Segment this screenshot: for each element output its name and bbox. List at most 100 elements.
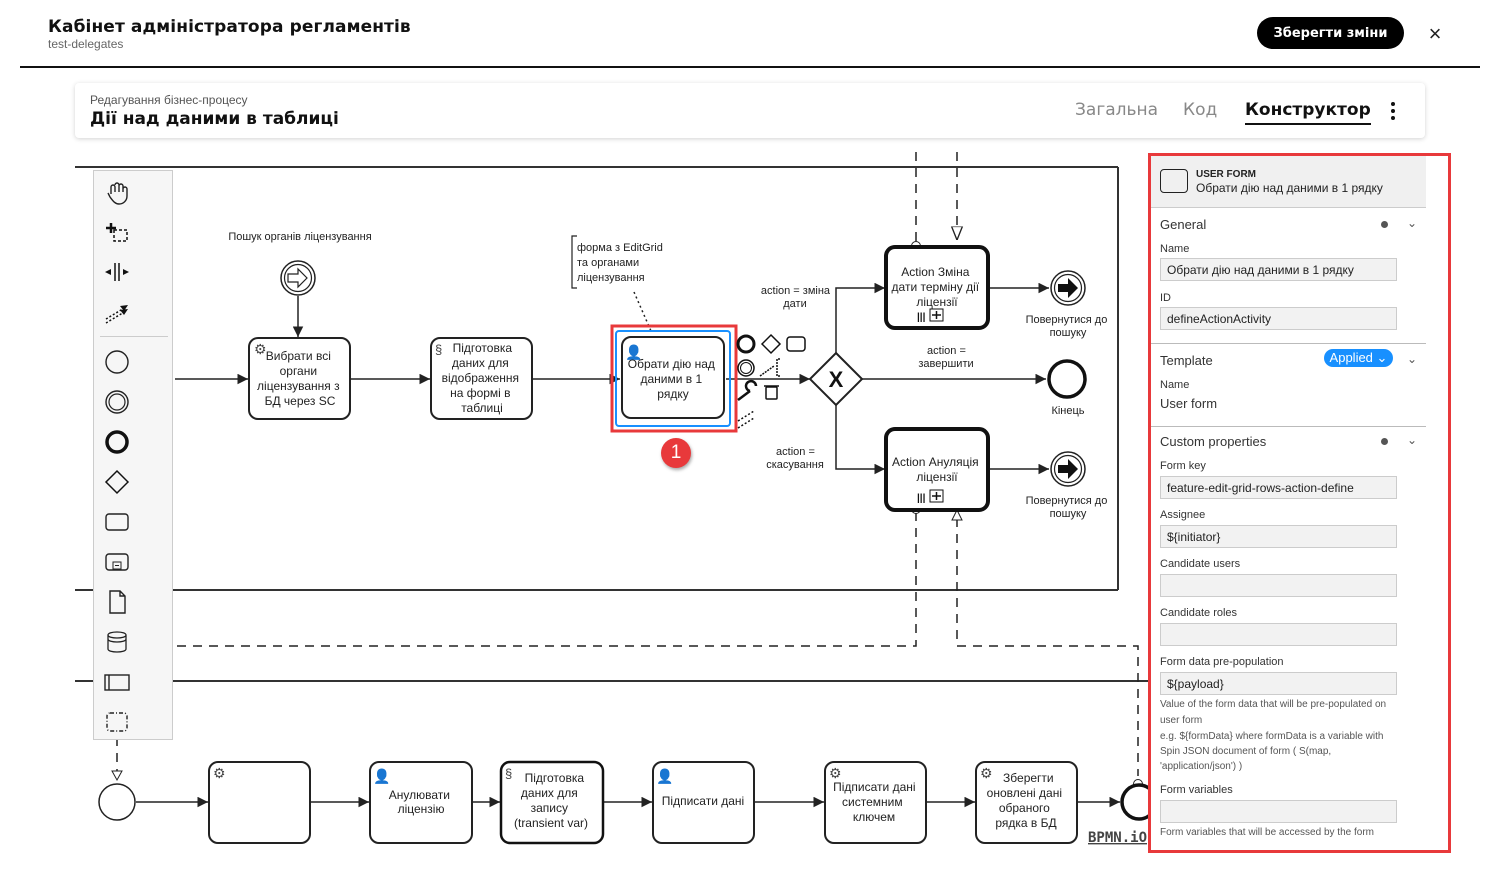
- global-connect-icon[interactable]: [102, 297, 132, 327]
- append-task-icon: [786, 336, 806, 352]
- candidate-users-input[interactable]: [1160, 574, 1397, 597]
- pool2-task-sign[interactable]: 👤 Підписати дані: [652, 761, 755, 844]
- user-icon: 👤: [656, 768, 673, 785]
- tab-general[interactable]: Загальна: [1075, 100, 1158, 120]
- section-general[interactable]: General: [1160, 217, 1206, 232]
- end-event-return-2-label: Повернутися до пошуку: [1026, 495, 1111, 520]
- bpmn-io-watermark[interactable]: BPMN.iO: [1088, 830, 1147, 846]
- app-subtitle: test-delegates: [48, 37, 124, 51]
- message-arrow-pool2: [111, 770, 123, 782]
- form-variables-label: Form variables: [1160, 784, 1233, 796]
- data-object-icon[interactable]: [102, 587, 132, 617]
- section-divider: [1151, 426, 1426, 427]
- applied-label: Applied: [1329, 350, 1373, 365]
- prepopulation-label: Form data pre-population: [1160, 656, 1284, 668]
- end-event-return-1-label: Повернутися до пошуку: [1026, 314, 1111, 339]
- start-event-label: Пошук органів ліцензування: [228, 231, 371, 243]
- app-header: Кабінет адміністратора регламентів test-…: [0, 0, 1498, 68]
- section-template[interactable]: Template: [1160, 353, 1213, 368]
- form-key-label: Form key: [1160, 460, 1206, 472]
- user-task-icon: [1160, 169, 1188, 193]
- svg-text:|||: |||: [917, 312, 926, 323]
- more-menu-icon[interactable]: [1385, 100, 1401, 122]
- form-variables-input[interactable]: [1160, 800, 1397, 823]
- template-name-value: User form: [1160, 396, 1218, 411]
- prepopulation-input[interactable]: [1160, 672, 1397, 695]
- template-applied-badge[interactable]: Applied ⌄: [1324, 349, 1393, 367]
- data-store-icon[interactable]: [102, 627, 132, 657]
- start-event-search[interactable]: [280, 260, 316, 296]
- user-icon: 👤: [373, 768, 390, 785]
- bpmn-canvas[interactable]: Пошук органів ліцензування ⚙ Вибрати всі…: [0, 140, 1148, 873]
- save-changes-button[interactable]: Зберегти зміни: [1257, 17, 1404, 49]
- form-key-input[interactable]: [1160, 476, 1397, 499]
- group-icon[interactable]: [102, 707, 132, 737]
- chevron-down-icon[interactable]: ⌄: [1407, 433, 1417, 447]
- subprocess-annul[interactable]: Action Ануляція ліцензії |||: [884, 427, 990, 512]
- palette-divider: [100, 336, 168, 337]
- template-name-label: Name: [1160, 379, 1190, 391]
- append-gateway-icon: [760, 333, 782, 355]
- connect-icon: [737, 410, 755, 429]
- chevron-down-icon[interactable]: ⌄: [1407, 216, 1417, 230]
- tab-code[interactable]: Код: [1183, 100, 1217, 120]
- pool2-task-prepare-write[interactable]: § Підготовка даних для запису (transient…: [499, 760, 605, 845]
- end-event-icon[interactable]: [102, 427, 132, 457]
- append-end-event-icon: [736, 334, 756, 354]
- tab-constructor[interactable]: Конструктор: [1245, 100, 1371, 125]
- close-icon[interactable]: ×: [1425, 23, 1445, 45]
- flow-label-cancel: action = скасування: [766, 446, 824, 471]
- section-custom-properties[interactable]: Custom properties: [1160, 434, 1266, 449]
- svg-text:Анулювати ліцензію: Анулювати ліцензію: [389, 788, 454, 816]
- pool2-end-event[interactable]: [1120, 783, 1148, 821]
- chevron-down-icon[interactable]: ⌄: [1407, 352, 1417, 366]
- pool2-task-save[interactable]: ⚙ Зберегти оновлені дані обраного рядка …: [975, 761, 1078, 844]
- name-input[interactable]: [1160, 258, 1397, 281]
- pool2-task-system-sign[interactable]: ⚙ Підписати дані системним ключем: [824, 761, 927, 844]
- lasso-tool-icon[interactable]: [102, 217, 132, 247]
- process-card: Редагування бізнес-процесу Дії над даним…: [75, 83, 1425, 138]
- annotation-text: форма з EditGrid та органами ліцензуванн…: [577, 242, 666, 284]
- text-annotation[interactable]: форма з EditGrid та органами ліцензуванн…: [571, 235, 666, 332]
- hand-tool-icon[interactable]: [102, 177, 132, 207]
- subprocess-icon[interactable]: [102, 547, 132, 577]
- delete-icon: [764, 385, 779, 400]
- id-input[interactable]: [1160, 307, 1397, 330]
- pool2-start-event[interactable]: [98, 783, 136, 821]
- context-pad[interactable]: [736, 333, 806, 429]
- properties-panel: USER FORM Обрати дію над даними в 1 рядк…: [1148, 153, 1451, 853]
- task-prepare-display-data[interactable]: § Підготовка даних для відображення на ф…: [430, 337, 533, 420]
- end-event-finish[interactable]: [1047, 359, 1087, 399]
- subprocess-change-date[interactable]: Action Зміна дати терміну дії ліцензії |…: [884, 245, 990, 330]
- space-tool-icon[interactable]: [102, 257, 132, 287]
- participant-icon[interactable]: [102, 667, 132, 697]
- script-icon: §: [435, 342, 442, 357]
- svg-text:|||: |||: [917, 493, 926, 504]
- candidate-roles-label: Candidate roles: [1160, 607, 1238, 619]
- pool2-task-service[interactable]: ⚙: [208, 761, 311, 844]
- start-event-icon[interactable]: [102, 347, 132, 377]
- pool2-task-annul[interactable]: 👤 Анулювати ліцензію: [369, 761, 473, 844]
- task-icon[interactable]: [102, 507, 132, 537]
- assignee-input[interactable]: [1160, 525, 1397, 548]
- prepopulation-hint: Value of the form data that will be pre-…: [1160, 699, 1387, 726]
- breadcrumb: Редагування бізнес-процесу: [90, 93, 248, 107]
- end-event-return-2[interactable]: [1050, 451, 1086, 487]
- task-select-action-selected[interactable]: 👤 Обрати дію над даними в 1 рядку: [610, 324, 738, 433]
- candidate-roles-input[interactable]: [1160, 623, 1397, 646]
- exclusive-gateway[interactable]: X: [808, 351, 864, 407]
- page-title: Дії над даними в таблиці: [90, 109, 339, 129]
- properties-header: USER FORM Обрати дію над даними в 1 рядк…: [1151, 156, 1426, 208]
- gateway-icon[interactable]: [102, 467, 132, 497]
- task-collect-orgs[interactable]: ⚙ Вибрати всі органи ліцензування з БД ч…: [248, 337, 351, 420]
- end-event-return-1[interactable]: [1050, 270, 1086, 306]
- flow-label-finish: action = завершити: [918, 345, 973, 370]
- gear-icon: ⚙: [254, 341, 267, 357]
- section-divider: [1151, 343, 1426, 344]
- section-general-dot: [1381, 221, 1388, 228]
- flow-label-change-date: action = зміна дати: [761, 285, 833, 310]
- intermediate-event-icon[interactable]: [102, 387, 132, 417]
- script-icon: §: [505, 766, 512, 781]
- annotation-badge-1: 1: [661, 438, 691, 468]
- candidate-users-label: Candidate users: [1160, 558, 1241, 570]
